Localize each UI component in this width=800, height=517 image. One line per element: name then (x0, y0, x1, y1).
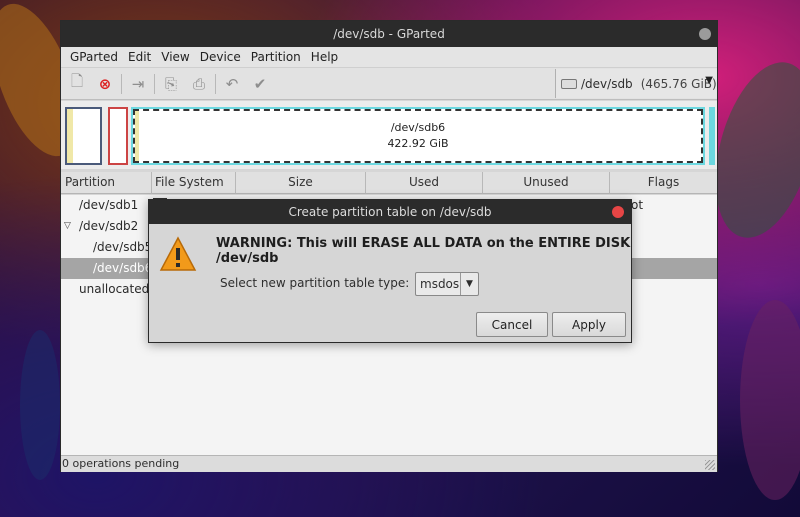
column-size[interactable]: Size (236, 172, 366, 194)
disk-map: /dev/sdb6 422.92 GiB (61, 101, 717, 169)
toolbar-separator (154, 73, 155, 94)
column-used[interactable]: Used (366, 172, 483, 194)
dialog-close-button[interactable] (612, 206, 624, 218)
chevron-down-icon: ▼ (460, 273, 478, 295)
partition-table-header: Partition File System Size Used Unused F… (61, 172, 717, 194)
toolbar-separator (215, 73, 216, 94)
window-titlebar[interactable]: /dev/sdb - GParted (61, 21, 717, 47)
warning-text: WARNING: This will ERASE ALL DATA on the… (216, 236, 631, 266)
menu-partition[interactable]: Partition (246, 50, 306, 64)
partition-block-sdb5[interactable] (108, 107, 128, 165)
table-type-value: msdos (420, 277, 460, 291)
dialog-titlebar[interactable]: Create partition table on /dev/sdb (149, 200, 631, 224)
menu-view[interactable]: View (156, 50, 194, 64)
new-icon[interactable]: 🗋 (65, 72, 89, 96)
statusbar: 0 operations pending (61, 455, 717, 472)
copy-icon[interactable]: ⎘ (159, 72, 183, 96)
resize-grip[interactable] (705, 460, 715, 470)
partition-name: /dev/sdb5 (93, 240, 153, 254)
paste-icon[interactable]: ⎙ (187, 72, 211, 96)
window-close-button[interactable] (699, 28, 711, 40)
device-name: /dev/sdb (581, 76, 633, 91)
window-title: /dev/sdb - GParted (333, 27, 445, 41)
column-file-system[interactable]: File System (152, 172, 236, 194)
cancel-button[interactable]: Cancel (476, 312, 548, 337)
table-type-select[interactable]: msdos ▼ (415, 272, 479, 296)
dialog-title: Create partition table on /dev/sdb (288, 205, 492, 219)
apply-button[interactable]: Apply (552, 312, 626, 337)
menu-help[interactable]: Help (306, 50, 343, 64)
expander-icon[interactable]: ▽ (64, 216, 71, 237)
apply-icon[interactable]: ✔ (248, 72, 272, 96)
disk-map-scrollbar[interactable] (709, 107, 715, 165)
partition-block-name: /dev/sdb6 (390, 121, 446, 134)
column-partition[interactable]: Partition (61, 172, 152, 194)
partition-name: /dev/sdb2 (79, 219, 139, 233)
menu-gparted[interactable]: GParted (65, 50, 123, 64)
create-partition-table-dialog: Create partition table on /dev/sdb WARNI… (148, 199, 632, 343)
disk-icon (561, 78, 577, 89)
partition-block-sdb1[interactable] (65, 107, 102, 165)
operations-status: 0 operations pending (62, 457, 180, 470)
wallpaper-shape (740, 300, 800, 500)
partition-name: unallocated (79, 282, 150, 296)
partition-block-sdb6[interactable]: /dev/sdb6 422.92 GiB (131, 107, 705, 165)
partition-flags: ot (631, 198, 644, 212)
table-type-label: Select new partition table type: (220, 276, 410, 290)
wallpaper-shape (20, 330, 60, 480)
toolbar: 🗋 ⊗ ⇥ ⎘ ⎙ ↶ ✔ /dev/sdb (465.76 GiB) ▼ (61, 68, 717, 100)
chevron-down-icon: ▼ (705, 75, 713, 86)
menu-edit[interactable]: Edit (123, 50, 156, 64)
undo-icon[interactable]: ↶ (220, 72, 244, 96)
menu-device[interactable]: Device (195, 50, 246, 64)
partition-name: /dev/sdb6 (93, 261, 153, 275)
toolbar-separator (121, 73, 122, 94)
column-unused[interactable]: Unused (483, 172, 610, 194)
column-flags[interactable]: Flags (610, 172, 717, 194)
resize-icon[interactable]: ⇥ (126, 72, 150, 96)
partition-name: /dev/sdb1 (79, 198, 139, 212)
menubar: GParted Edit View Device Partition Help (61, 47, 717, 68)
delete-icon[interactable]: ⊗ (93, 72, 117, 96)
warning-icon (159, 236, 197, 271)
partition-block-size: 422.92 GiB (387, 137, 449, 150)
device-selector[interactable]: /dev/sdb (465.76 GiB) ▼ (555, 69, 717, 98)
